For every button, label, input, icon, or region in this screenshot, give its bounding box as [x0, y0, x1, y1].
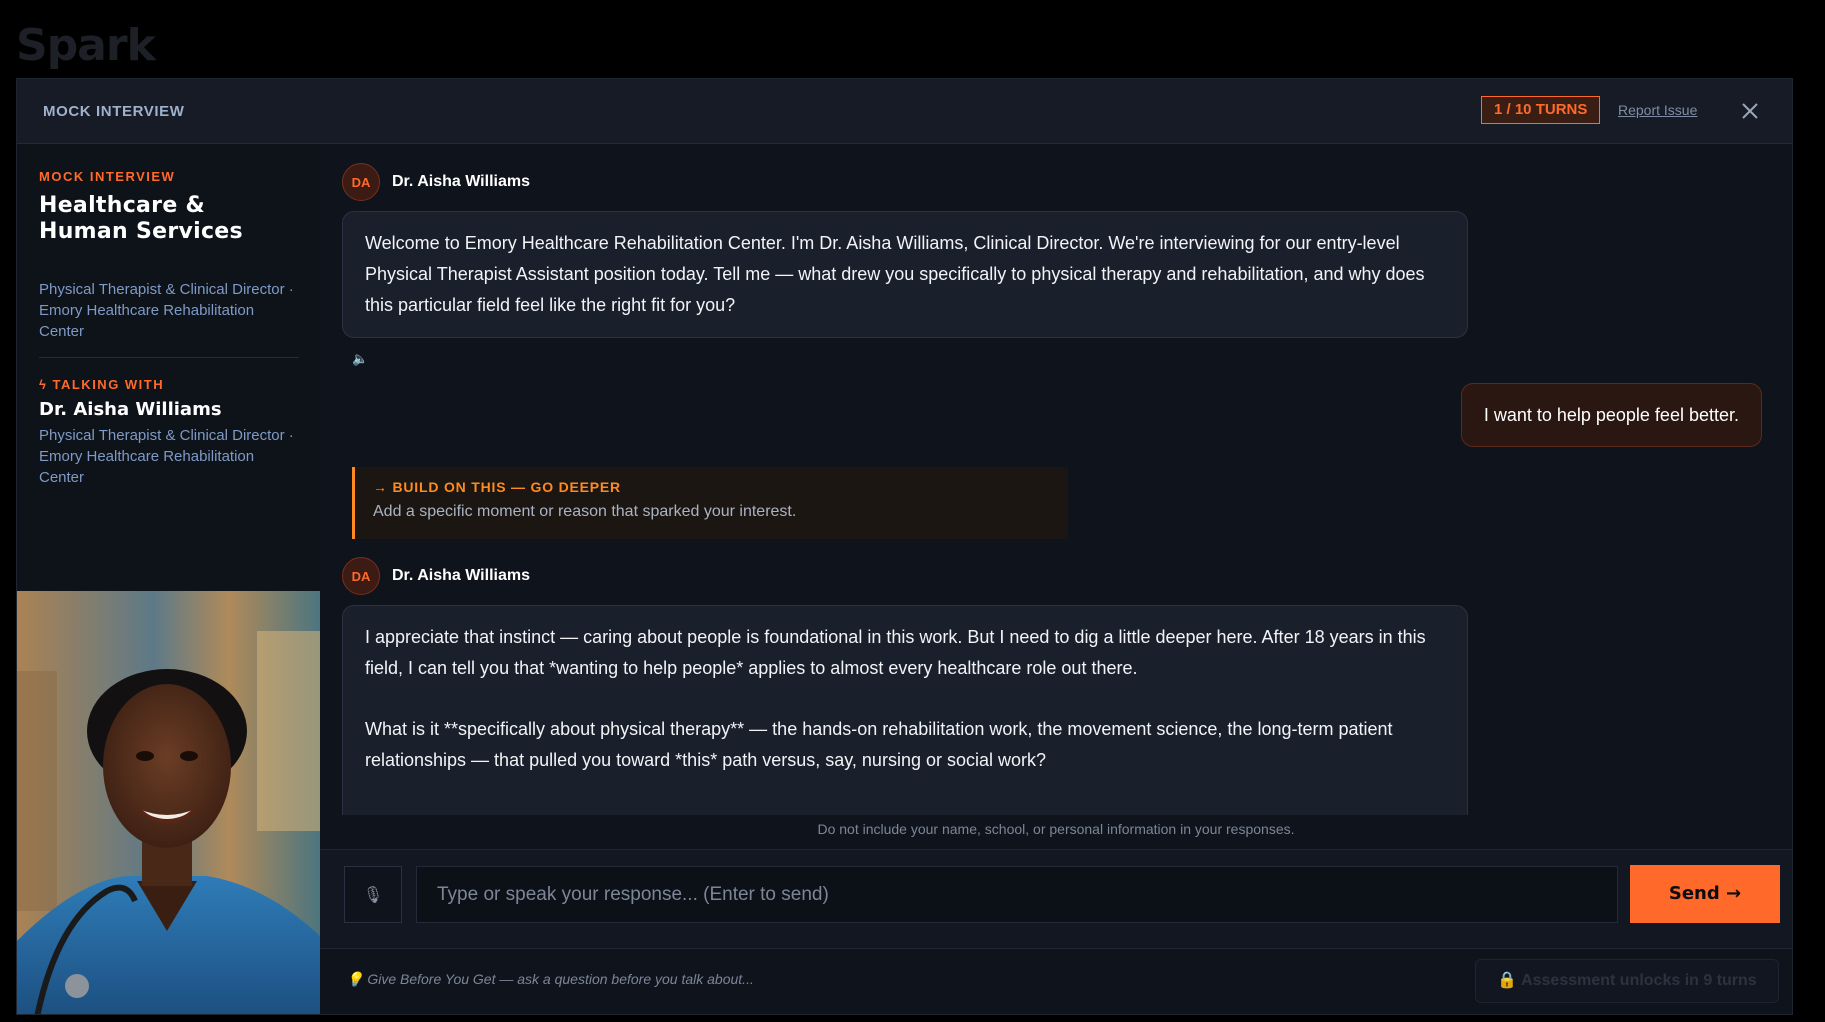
message-paragraph: I appreciate that instinct — caring abou…	[365, 627, 1426, 678]
message-header: DA Dr. Aisha Williams	[342, 557, 530, 595]
interviewer-name: Dr. Aisha Williams	[39, 399, 222, 420]
microphone-icon: 🎙	[362, 886, 384, 904]
modal-title: MOCK INTERVIEW	[43, 103, 185, 120]
message-author: Dr. Aisha Williams	[392, 567, 530, 584]
sidebar-divider	[39, 357, 299, 358]
close-button[interactable]	[1733, 94, 1767, 128]
mock-interview-modal: MOCK INTERVIEW 1 / 10 TURNS Report Issue…	[16, 78, 1793, 1015]
assessment-locked-button: 🔒 Assessment unlocks in 9 turns	[1475, 959, 1779, 1003]
talking-with-label: ϟ TALKING WITH	[39, 377, 165, 392]
interviewer-avatar: DA	[342, 163, 380, 201]
interviewer-role: Physical Therapist & Clinical Director ·…	[39, 427, 294, 486]
chat-scrollbar[interactable]	[1786, 145, 1792, 815]
message-composer: 🎙 Type or speak your response... (Enter …	[320, 849, 1792, 949]
microphone-button[interactable]: 🎙	[344, 866, 402, 923]
send-button[interactable]: Send →	[1630, 865, 1780, 923]
interview-track-subtitle: Physical Therapist & Clinical Director ·…	[39, 281, 294, 340]
interviewer-avatar: DA	[342, 557, 380, 595]
interviewer-portrait	[17, 591, 320, 1014]
user-message: I want to help people feel better.	[1460, 383, 1762, 447]
hint-text: 💡 Give Before You Get — ask a question b…	[346, 971, 754, 987]
modal-header: MOCK INTERVIEW 1 / 10 TURNS Report Issue	[17, 79, 1792, 144]
message-paragraph: What is it **specifically about physical…	[365, 719, 1393, 770]
privacy-disclaimer: Do not include your name, school, or per…	[320, 815, 1792, 843]
report-issue-link[interactable]: Report Issue	[1618, 102, 1697, 118]
interview-track-title: Healthcare & Human Services	[39, 193, 243, 244]
response-input[interactable]: Type or speak your response... (Enter to…	[416, 866, 1618, 923]
turns-counter-badge: 1 / 10 TURNS	[1481, 96, 1601, 124]
speaker-icon[interactable]: 🔈	[352, 351, 368, 367]
modal-footer: 💡 Give Before You Get — ask a question b…	[320, 949, 1792, 1014]
app-logo: Spark	[16, 20, 156, 71]
chat-transcript[interactable]: DA Dr. Aisha Williams Welcome to Emory H…	[320, 145, 1792, 815]
coaching-tip: → BUILD ON THIS — GO DEEPER Add a specif…	[352, 467, 1068, 539]
interviewer-message: I appreciate that instinct — caring abou…	[342, 605, 1468, 815]
close-icon	[1742, 103, 1758, 119]
coaching-tip-text: Add a specific moment or reason that spa…	[373, 503, 797, 520]
message-author: Dr. Aisha Williams	[392, 173, 530, 190]
message-header: DA Dr. Aisha Williams	[342, 163, 530, 201]
coaching-tip-title: → BUILD ON THIS — GO DEEPER	[373, 479, 621, 495]
interviewer-message: Welcome to Emory Healthcare Rehabilitati…	[342, 211, 1468, 338]
bolt-icon: ϟ	[39, 377, 53, 392]
interview-sidebar: MOCK INTERVIEW Healthcare & Human Servic…	[17, 145, 320, 1014]
sidebar-eyebrow: MOCK INTERVIEW	[39, 169, 176, 184]
